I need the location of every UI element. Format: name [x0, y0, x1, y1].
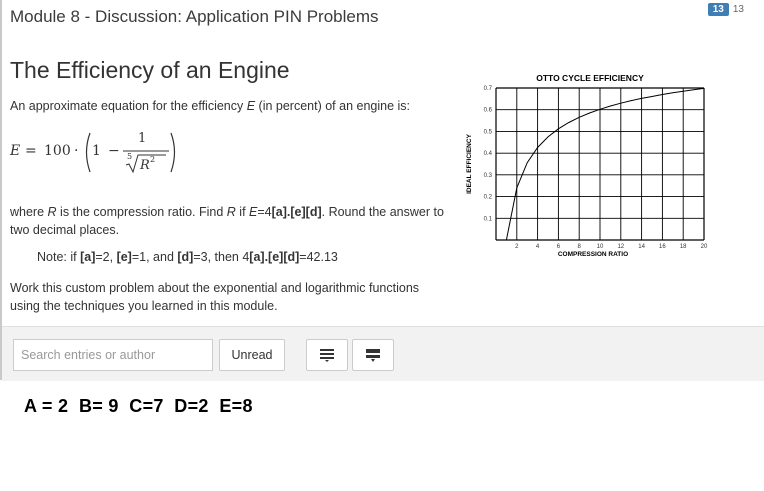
note-p3: =1, and [131, 250, 178, 264]
chart-x-tick-label: 4 [536, 244, 540, 250]
eq-minus: − [108, 143, 120, 159]
chart-y-tick-label: 0.3 [484, 173, 493, 179]
note-p5: =42.13 [299, 250, 338, 264]
eq-lhs: E [10, 143, 21, 159]
chart-y-tick-label: 0.7 [484, 86, 493, 92]
chart-y-tick-label: 0.1 [484, 216, 493, 222]
chart-x-tick-label: 18 [680, 244, 687, 250]
chart-y-tick-label: 0.4 [484, 151, 493, 157]
chart-x-tick-label: 16 [659, 244, 666, 250]
chart-y-tick-label: 0.6 [484, 108, 493, 114]
total-count: 13 [732, 4, 744, 15]
collapse-all-button[interactable] [352, 339, 394, 371]
chart-x-tick-label: 8 [578, 244, 582, 250]
note-a: [a] [80, 250, 96, 264]
chart-x-tick-label: 10 [597, 244, 604, 250]
chart-x-axis-label: COMPRESSION RATIO [558, 251, 628, 258]
intro-text: An approximate equation for the efficien… [10, 99, 410, 113]
unread-count-badge[interactable]: 13 [707, 3, 729, 16]
where-p4: =4 [257, 205, 272, 219]
where-p2: is the compression ratio. Find [56, 205, 227, 219]
eq-right-paren [170, 132, 176, 173]
chart-y-tick-label: 0.2 [484, 195, 493, 201]
eq-equals: = [25, 143, 37, 159]
note-p2: =2, [95, 250, 117, 264]
work-instructions: Work this custom problem about the expon… [10, 281, 420, 313]
where-v1: R [47, 205, 57, 219]
note-p1: Note: if [37, 250, 81, 264]
note-p4: =3, then 4 [193, 250, 250, 264]
chart-x-tick-label: 12 [617, 244, 624, 250]
eq-exponent: 2 [150, 155, 156, 164]
note-d: [d] [177, 250, 194, 264]
discussion-title: The Efficiency of an Engine [10, 57, 290, 83]
chart-x-tick-label: 14 [638, 244, 645, 250]
chart-title: OTTO CYCLE EFFICIENCY [536, 73, 644, 83]
left-border [0, 0, 2, 380]
chart-x-tick-label: 6 [557, 244, 561, 250]
eq-left-paren [85, 132, 91, 173]
problem-statement: where R is the compression ratio. Find R… [10, 203, 450, 239]
search-input[interactable] [13, 339, 213, 371]
intro-prefix: An approximate equation for the efficien… [10, 99, 247, 113]
intro-var: E [246, 99, 256, 113]
eq-dot: · [74, 143, 79, 159]
where-pin-pattern: [a].[e][d] [271, 205, 322, 219]
eq-one: 1 [92, 143, 101, 159]
list-collapse-icon [366, 349, 380, 362]
eq-numerator: 1 [138, 131, 147, 146]
unread-filter-button[interactable]: Unread [219, 339, 285, 371]
efficiency-equation: E = 100 · 1 − 1 5 R 2 [10, 130, 210, 175]
chart-efficiency-line [505, 87, 705, 241]
list-expand-icon [320, 349, 334, 362]
where-p3: if [235, 205, 250, 219]
intro-suffix: (in percent) of an engine is: [255, 99, 411, 113]
note-e: [e] [116, 250, 132, 264]
note-combo: [a].[e][d] [249, 250, 300, 264]
chart-y-axis-label: IDEAL EFFICIENCY [466, 133, 473, 193]
eq-radicand: R [140, 158, 150, 173]
example-note: Note: if [a]=2, [e]=1, and [d]=3, then 4… [37, 250, 338, 264]
chart-x-tick-label: 2 [515, 244, 519, 250]
where-v2: R [226, 205, 236, 219]
chart-y-tick-label: 0.5 [484, 129, 493, 135]
expand-all-button[interactable] [306, 339, 348, 371]
discussion-toolbar: Unread [2, 326, 764, 381]
where-p1: where [10, 205, 48, 219]
page-header-title: Module 8 - Discussion: Application PIN P… [10, 7, 379, 26]
chart-x-tick-label: 20 [701, 244, 708, 250]
entry-count-badges: 13 13 [707, 3, 744, 16]
pin-values-annotation: A = 2 B= 9 C=7 D=2 E=8 [24, 396, 253, 416]
otto-cycle-chart: OTTO CYCLE EFFICIENCY IDEAL EFFICIENCY C… [466, 73, 708, 258]
eq-coefficient: 100 [44, 143, 71, 159]
